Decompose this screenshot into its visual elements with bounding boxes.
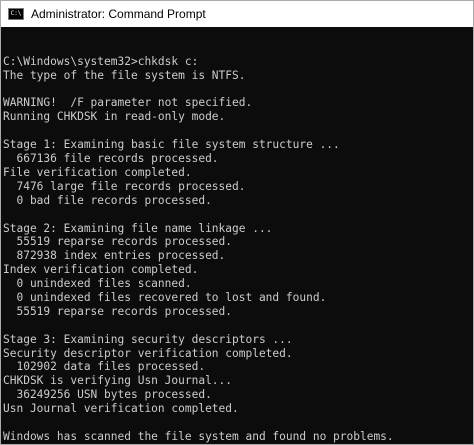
console-line: 0 unindexed files scanned. [3,277,192,291]
cmd-icon[interactable]: C:\ [8,8,24,20]
window-title: Administrator: Command Prompt [31,7,206,21]
console-line: Stage 1: Examining basic file system str… [3,138,340,152]
console-line: File verification completed. [3,165,192,179]
console-line: 0 bad file records processed. [3,193,212,207]
console-line: Security descriptor verification complet… [3,346,293,360]
console-line: 55519 reparse records processed. [3,304,233,318]
cmd-icon-glyph: C:\ [10,10,22,17]
console-line: WARNING! /F parameter not specified. [3,96,253,110]
console-line: Stage 3: Examining security descriptors … [3,332,293,346]
console-line: Windows has scanned the file system and … [3,429,394,443]
console-line: Index verification completed. [3,263,199,277]
command-prompt-window: C:\ Administrator: Command Prompt C:\Win… [0,0,474,445]
console-line: C:\Windows\system32>chkdsk c: [3,54,199,68]
title-bar[interactable]: C:\ Administrator: Command Prompt [1,1,473,27]
console-line: 872938 index entries processed. [3,249,226,263]
console-line: 667136 file records processed. [3,152,219,166]
console-line: CHKDSK is verifying Usn Journal... [3,374,233,388]
console-output[interactable]: C:\Windows\system32>chkdsk c: The type of… [1,27,473,444]
console-line: 7476 large file records processed. [3,179,246,193]
console-line: 102902 data files processed. [3,360,206,374]
console-line: Stage 2: Examining file name linkage ... [3,221,273,235]
console-line: 36249256 USN bytes processed. [3,388,212,402]
console-line: Running CHKDSK in read-only mode. [3,110,226,124]
console-line: The type of the file system is NTFS. [3,68,246,82]
console-line: 0 unindexed files recovered to lost and … [3,290,327,304]
console-line: Usn Journal verification completed. [3,402,239,416]
console-line: 55519 reparse records processed. [3,235,233,249]
